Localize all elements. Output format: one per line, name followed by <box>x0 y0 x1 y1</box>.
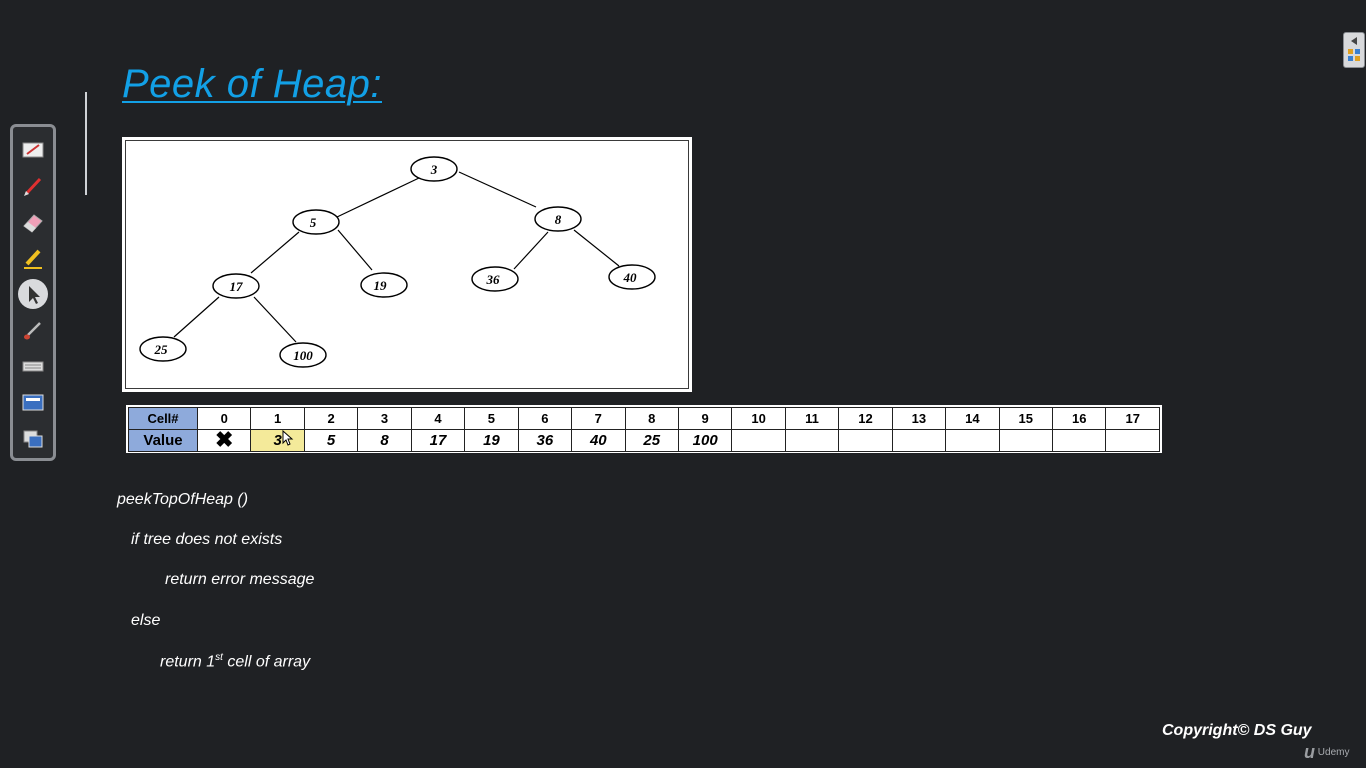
table-cell: 6 <box>517 407 573 430</box>
annotation-toolbar <box>10 124 56 461</box>
table-cell: 9 <box>677 407 733 430</box>
side-panel-icon <box>1348 37 1360 61</box>
svg-text:25: 25 <box>154 342 169 357</box>
code-line: return error message <box>165 571 315 588</box>
code-line: return 1st cell of array <box>160 652 311 671</box>
table-cell: 25 <box>624 429 679 452</box>
tree-node: 17 <box>212 273 260 299</box>
table-cell: 3 <box>357 407 412 430</box>
tree-node: 25 <box>139 336 187 362</box>
table-cell <box>998 429 1054 452</box>
heap-tree-diagram: 3 5 8 17 19 36 40 25 100 <box>122 137 692 392</box>
table-cell <box>838 429 893 452</box>
divider-line <box>85 92 87 195</box>
table-cell: 5 <box>303 429 359 452</box>
capture-icon[interactable] <box>18 423 48 453</box>
svg-text:3: 3 <box>430 162 438 177</box>
table-cell: 11 <box>784 407 840 430</box>
code-line: else <box>131 612 161 629</box>
svg-text:100: 100 <box>293 348 313 363</box>
table-cell <box>1105 429 1160 452</box>
table-cell: 8 <box>357 429 412 452</box>
table-cell: 17 <box>1105 407 1160 430</box>
side-panel-toggle[interactable] <box>1343 32 1365 68</box>
table-cell <box>784 429 840 452</box>
table-cell: 40 <box>571 429 626 452</box>
tree-node: 19 <box>360 272 408 298</box>
tree-node: 100 <box>279 342 327 368</box>
cross-icon: ✖ <box>215 426 234 452</box>
table-cell: 19 <box>464 429 519 452</box>
table-cell: 100 <box>677 429 733 452</box>
tree-node: 8 <box>534 206 582 232</box>
tree-node: 36 <box>471 266 519 292</box>
udemy-logo-icon: u <box>1304 742 1315 762</box>
table-cell <box>891 429 947 452</box>
table-cell: 12 <box>838 407 893 430</box>
svg-text:8: 8 <box>555 212 562 227</box>
table-cell: 14 <box>945 407 1000 430</box>
code-line: if tree does not exists <box>131 531 283 548</box>
cell-index-row: Cell# 0 1 2 3 4 5 6 7 8 9 10 11 12 13 14… <box>128 407 1160 430</box>
row-header: Value <box>128 429 198 452</box>
table-cell-highlighted: 3 <box>250 429 305 452</box>
svg-text:36: 36 <box>486 272 501 287</box>
brush-icon[interactable] <box>18 315 48 345</box>
whiteboard-icon[interactable] <box>18 135 48 165</box>
highlighter-icon[interactable] <box>18 243 48 273</box>
table-cell: 16 <box>1051 407 1107 430</box>
table-cell: 36 <box>517 429 573 452</box>
tree-node: 3 <box>410 156 458 182</box>
slide-title: Peek of Heap: <box>122 62 382 106</box>
code-line: peekTopOfHeap () <box>117 491 249 508</box>
table-cell: 13 <box>891 407 947 430</box>
table-cell <box>945 429 1000 452</box>
mouse-cursor-icon <box>282 430 294 446</box>
table-cell: 4 <box>410 407 466 430</box>
eraser-icon[interactable] <box>18 207 48 237</box>
table-cell: 7 <box>571 407 626 430</box>
table-cell: 17 <box>410 429 466 452</box>
row-header: Cell# <box>128 407 198 430</box>
table-cell: 8 <box>624 407 679 430</box>
svg-text:17: 17 <box>230 279 244 294</box>
svg-text:5: 5 <box>310 215 317 230</box>
table-cell: 15 <box>998 407 1054 430</box>
table-cell: 5 <box>464 407 519 430</box>
pointer-icon[interactable] <box>18 279 48 309</box>
screen-icon[interactable] <box>18 387 48 417</box>
tree-node: 5 <box>292 209 340 235</box>
pen-icon[interactable] <box>18 171 48 201</box>
table-cell: 1 <box>250 407 305 430</box>
table-cell <box>1051 429 1107 452</box>
table-cell: 2 <box>303 407 359 430</box>
svg-text:19: 19 <box>374 278 388 293</box>
svg-text:40: 40 <box>623 270 638 285</box>
keyboard-icon[interactable] <box>18 351 48 381</box>
tree-node: 40 <box>608 264 656 290</box>
udemy-watermark: u Udemy <box>1304 742 1350 762</box>
table-cell: 10 <box>731 407 786 430</box>
copyright-text: Copyright© DS Guy <box>1162 722 1312 739</box>
table-cell <box>731 429 786 452</box>
table-cell: ✖ <box>196 426 252 452</box>
